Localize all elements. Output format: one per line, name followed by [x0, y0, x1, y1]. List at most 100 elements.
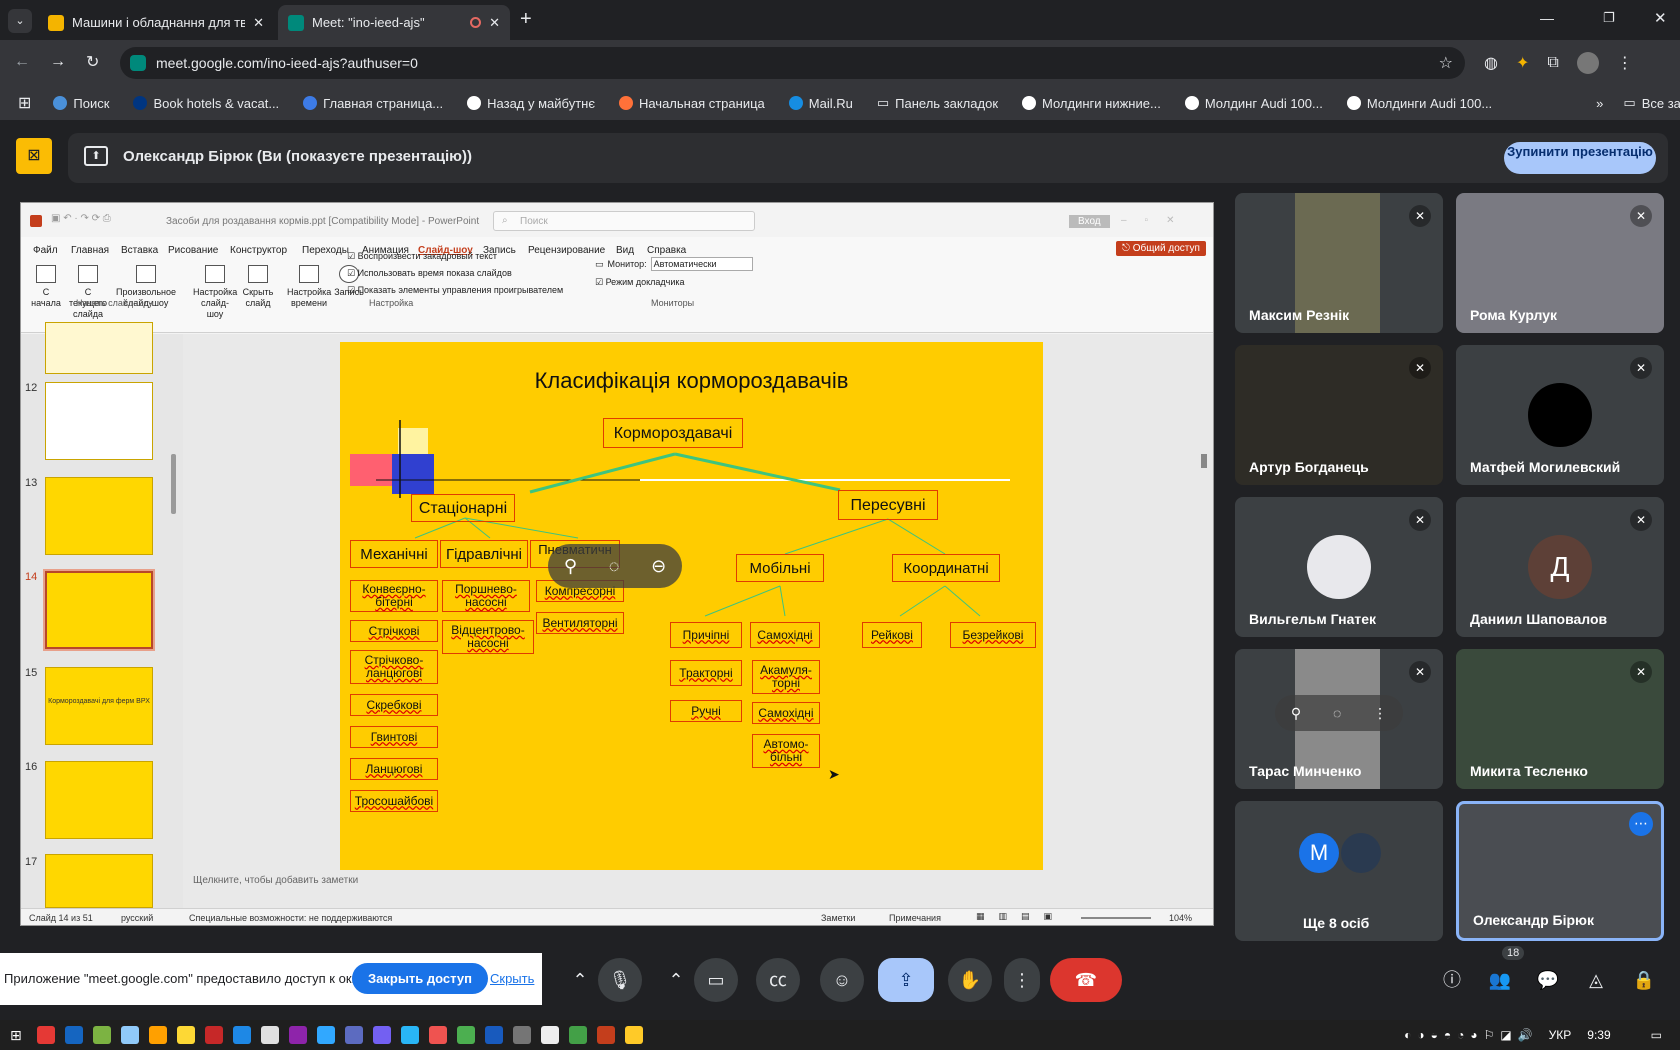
- chrome-menu-icon[interactable]: ⋮: [1617, 53, 1633, 73]
- ribbon-tab-insert[interactable]: Вставка: [121, 245, 158, 256]
- thumbnail-scrollbar[interactable]: [171, 454, 176, 514]
- taskbar-app-icon[interactable]: [316, 1026, 335, 1044]
- taskbar-app-icon[interactable]: [288, 1026, 307, 1044]
- taskbar-powerpoint-icon[interactable]: [596, 1026, 615, 1044]
- ribbon-tab-view[interactable]: Вид: [616, 245, 634, 256]
- participant-tile[interactable]: ✕ Матфей Могилевский: [1456, 345, 1664, 485]
- ribbon-tab-help[interactable]: Справка: [647, 245, 686, 256]
- chat-button[interactable]: 💬: [1526, 958, 1570, 1002]
- taskbar-app-icon[interactable]: [400, 1026, 419, 1044]
- windows-start-icon[interactable]: ⊞: [10, 1027, 22, 1044]
- taskbar-app-icon[interactable]: [540, 1026, 559, 1044]
- taskbar-settings-icon[interactable]: [512, 1026, 531, 1044]
- from-beginning-button[interactable]: С начала: [31, 265, 61, 309]
- slide-thumbnail-selected[interactable]: [43, 569, 155, 651]
- notifications-icon[interactable]: ▭: [1651, 1028, 1662, 1042]
- microphone-button[interactable]: 🎙: [598, 958, 642, 1002]
- zoom-slider[interactable]: [1081, 917, 1151, 919]
- present-button[interactable]: ⇪: [878, 958, 934, 1002]
- extensions-puzzle-icon[interactable]: ⧉: [1547, 54, 1558, 72]
- view-buttons[interactable]: ▦▥▤▣: [976, 911, 1066, 922]
- comments-toggle[interactable]: Примечания: [889, 913, 941, 923]
- profile-avatar[interactable]: [1576, 52, 1599, 74]
- from-current-button[interactable]: С текущего слайда: [65, 265, 111, 320]
- mute-icon[interactable]: ◌: [1333, 705, 1341, 721]
- pin-icon[interactable]: ⚲: [1291, 705, 1301, 722]
- ribbon-tab-home[interactable]: Главная: [71, 245, 109, 256]
- reactions-button[interactable]: ☺: [820, 958, 864, 1002]
- slide-thumbnail[interactable]: Кормороздавачі для ферм ВРХ: [45, 667, 153, 745]
- taskbar-app-icon[interactable]: [64, 1026, 83, 1044]
- bookmark-item[interactable]: Начальная страница: [618, 96, 765, 111]
- bookmark-item[interactable]: Назад у майбутнє: [467, 96, 595, 111]
- taskbar-word-icon[interactable]: [484, 1026, 503, 1044]
- monitor-select[interactable]: Автоматически: [650, 257, 753, 271]
- participant-tile[interactable]: ✕ Микита Тесленко: [1456, 649, 1664, 789]
- bookmark-item[interactable]: Поиск: [53, 96, 109, 111]
- notes-toggle[interactable]: Заметки: [821, 913, 855, 923]
- taskbar-app-icon[interactable]: [120, 1026, 139, 1044]
- host-controls-button[interactable]: 🔒: [1622, 958, 1666, 1002]
- bookmark-item[interactable]: Mail.Ru: [788, 96, 853, 111]
- more-options-icon[interactable]: ⋯: [1629, 812, 1653, 836]
- participant-tile[interactable]: ✕ Вильгельм Гнатек: [1235, 497, 1443, 637]
- close-tab-icon[interactable]: ✕: [253, 15, 264, 31]
- leave-call-button[interactable]: ☎: [1050, 958, 1122, 1002]
- back-icon[interactable]: ←: [14, 53, 30, 71]
- translate-icon[interactable]: ◍: [1484, 53, 1498, 73]
- taskbar-app-icon[interactable]: [176, 1026, 195, 1044]
- raise-hand-button[interactable]: ✋: [948, 958, 992, 1002]
- apps-grid-icon[interactable]: ⊞: [18, 93, 31, 113]
- checkbox-narration[interactable]: ☑ Воспроизвести закадровый текст: [347, 251, 497, 262]
- close-tab-icon[interactable]: ✕: [489, 15, 500, 31]
- clock[interactable]: 9:39: [1587, 1028, 1610, 1042]
- more-options-button[interactable]: ⋮: [1004, 958, 1040, 1002]
- activities-button[interactable]: ◬: [1574, 958, 1618, 1002]
- remove-icon[interactable]: ⊖: [651, 556, 666, 577]
- slide-thumbnail[interactable]: [45, 854, 153, 908]
- participant-tile[interactable]: Д ✕ Даниил Шаповалов: [1456, 497, 1664, 637]
- all-bookmarks[interactable]: ▭ Все закладки: [1623, 95, 1680, 111]
- extension-colorful-icon[interactable]: ✦: [1516, 53, 1529, 73]
- url-field[interactable]: meet.google.com/ino-ieed-ajs?authuser=0 …: [120, 47, 1465, 79]
- browser-tab-2[interactable]: Meet: "ino-ieed-ajs" ✕: [278, 5, 510, 40]
- bookmark-star-icon[interactable]: ☆: [1439, 53, 1453, 73]
- notes-placeholder[interactable]: Щелкните, чтобы добавить заметки: [193, 875, 358, 886]
- tile-hover-controls[interactable]: ⚲ ◌ ⋮: [1275, 695, 1403, 731]
- captions-button[interactable]: ㏄: [756, 958, 800, 1002]
- taskbar-app-icon[interactable]: [204, 1026, 223, 1044]
- reload-icon[interactable]: ↻: [86, 52, 99, 72]
- tray-icons[interactable]: ◐◑◒◓◔◕⚐◪🔊: [1404, 1028, 1539, 1042]
- participant-tile[interactable]: ✕ Рома Курлук: [1456, 193, 1664, 333]
- people-button[interactable]: 👥: [1478, 958, 1522, 1002]
- taskbar-app-icon[interactable]: [372, 1026, 391, 1044]
- bookmark-item[interactable]: Молдинг Audi 100...: [1184, 96, 1323, 111]
- meeting-info-button[interactable]: ⓘ: [1430, 958, 1474, 1002]
- status-accessibility[interactable]: Специальные возможности: не поддерживают…: [189, 913, 392, 923]
- audio-options-button[interactable]: ⌃: [562, 958, 598, 1002]
- camera-button[interactable]: ▭: [694, 958, 738, 1002]
- taskbar-app-icon[interactable]: [428, 1026, 447, 1044]
- taskbar-app-icon[interactable]: [344, 1026, 363, 1044]
- more-participants-tile[interactable]: M Ще 8 осіб: [1235, 801, 1443, 941]
- zoom-level[interactable]: 104%: [1169, 913, 1192, 923]
- hide-slide-button[interactable]: Скрыть слайд: [241, 265, 275, 309]
- minimize-icon[interactable]: —: [1540, 10, 1554, 26]
- current-slide[interactable]: Класифікація кормороздавачів Кормороздав…: [340, 342, 1043, 870]
- forward-icon[interactable]: →: [50, 53, 66, 71]
- ribbon-tab-file[interactable]: Файл: [33, 245, 58, 256]
- rehearse-timings-button[interactable]: Настройка времени: [287, 265, 331, 309]
- ribbon-tab-design[interactable]: Конструктор: [230, 245, 287, 256]
- slide-thumbnail[interactable]: [45, 322, 153, 374]
- tab-search-icon[interactable]: ⌄: [8, 9, 32, 33]
- participant-tile[interactable]: ✕ Максим Резнік: [1235, 193, 1443, 333]
- ppt-window-controls[interactable]: –▫✕: [1121, 215, 1193, 226]
- ribbon-tab-transitions[interactable]: Переходы: [302, 245, 349, 256]
- hide-link[interactable]: Скрыть: [490, 971, 534, 986]
- taskbar-app-icon[interactable]: [456, 1026, 475, 1044]
- bookmark-item[interactable]: Молдинги Audi 100...: [1346, 96, 1492, 111]
- bookmark-item[interactable]: Book hotels & vacat...: [133, 96, 279, 111]
- taskbar-app-icon[interactable]: [232, 1026, 251, 1044]
- checkbox-media-controls[interactable]: ☑ Показать элементы управления проигрыва…: [347, 285, 563, 296]
- status-language[interactable]: русский: [121, 913, 153, 923]
